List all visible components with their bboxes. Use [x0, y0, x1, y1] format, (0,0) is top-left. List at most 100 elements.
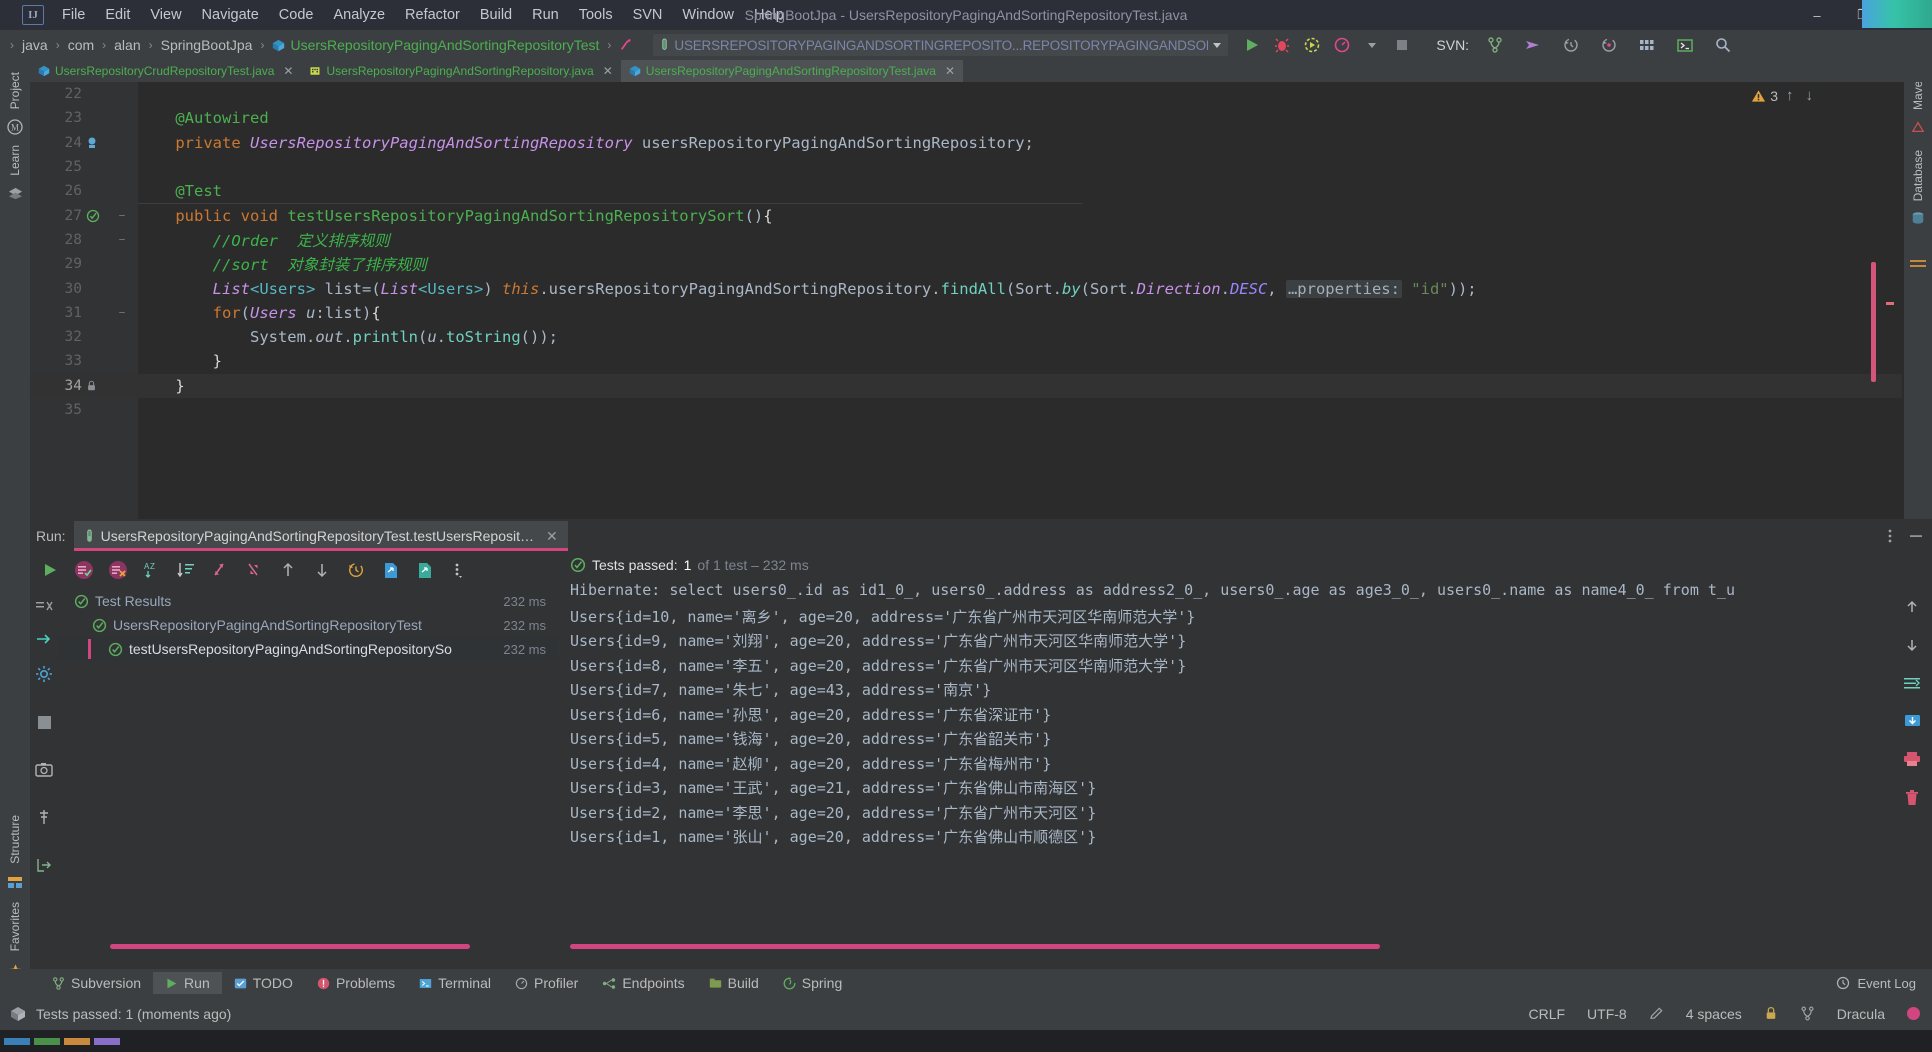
editor-tab-2[interactable]: UsersRepositoryPagingAndSortingRepositor… [621, 60, 963, 82]
console-horizontal-scrollbar[interactable] [570, 944, 1380, 949]
theme-indicator[interactable]: Dracula [1837, 1006, 1885, 1022]
close-icon[interactable]: ✕ [603, 64, 613, 78]
sidebar-item-database[interactable]: Database [1911, 142, 1925, 209]
vcs-branch-icon[interactable] [1485, 35, 1505, 55]
stop-square-icon[interactable] [37, 715, 52, 730]
bottom-item-spring[interactable]: Spring [771, 972, 854, 994]
menu-item-build[interactable]: Build [470, 4, 522, 26]
bottom-item-problems[interactable]: Problems [305, 972, 407, 994]
sidebar-item-favorites[interactable]: Favorites [8, 894, 22, 959]
taskbar-item[interactable] [64, 1038, 90, 1045]
hide-icon[interactable] [35, 599, 53, 613]
bottom-item-build[interactable]: Build [697, 972, 771, 994]
menu-item-view[interactable]: View [140, 4, 191, 26]
menu-item-code[interactable]: Code [269, 4, 324, 26]
sidebar-item-structure[interactable]: Structure [8, 807, 22, 872]
editor-scrollbar-thumb[interactable] [1871, 262, 1876, 382]
breadcrumb-item-springbootjpa[interactable]: SpringBootJpa [155, 35, 259, 55]
code-editor[interactable]: 22 23 @Autowired 24 private UsersReposit… [30, 82, 1902, 519]
menu-item-run[interactable]: Run [522, 4, 569, 26]
structure-icon[interactable] [7, 876, 23, 890]
maven-icon[interactable] [1911, 120, 1925, 134]
event-log-button[interactable]: Event Log [1836, 976, 1916, 991]
collapse-all-icon[interactable] [244, 560, 264, 580]
vcs-update-icon[interactable] [1523, 35, 1543, 55]
scroll-to-end-icon[interactable] [1904, 713, 1921, 729]
test-results-tree[interactable]: ⱟ Test Results 232 ms ⱟ UsersRepositoryP… [58, 589, 558, 929]
inspection-widget[interactable]: 3 ↑ ↓ [1751, 87, 1817, 104]
prev-problem-icon[interactable]: ↑ [1786, 87, 1794, 104]
sort-alpha-icon[interactable]: AZ [142, 560, 162, 580]
learn-icon[interactable] [8, 186, 23, 201]
console-output[interactable]: Hibernate: select users0_.id as id1_0_, … [570, 581, 1882, 929]
menu-item-window[interactable]: Window [672, 4, 744, 26]
chevron-down-icon[interactable] [1212, 40, 1222, 50]
vcs-rollback-icon[interactable] [1599, 35, 1619, 55]
breadcrumb-item-com[interactable]: com [62, 35, 100, 55]
indent-indicator[interactable]: 4 spaces [1686, 1006, 1742, 1022]
debug-icon[interactable] [1272, 35, 1292, 55]
run-with-coverage-icon[interactable] [1302, 35, 1322, 55]
run-icon[interactable] [1242, 35, 1262, 55]
menu-item-tools[interactable]: Tools [569, 4, 623, 26]
database-icon[interactable] [1911, 211, 1925, 225]
bottom-item-subversion[interactable]: Subversion [40, 972, 153, 994]
bottom-item-run[interactable]: Run [153, 972, 222, 994]
tree-row[interactable]: ⱟ UsersRepositoryPagingAndSortingReposit… [58, 613, 558, 637]
error-stripe-marker[interactable] [1886, 302, 1894, 305]
chevron-down-icon[interactable] [1362, 35, 1382, 55]
breadcrumb-item-alan[interactable]: alan [108, 35, 146, 55]
thread-dump-icon[interactable] [37, 809, 51, 825]
expand-all-icon[interactable] [210, 560, 230, 580]
breadcrumb-item-class[interactable]: UsersRepositoryPagingAndSortingRepositor… [266, 35, 605, 55]
tree-row[interactable]: ⱟ Test Results 232 ms [58, 589, 558, 613]
tree-row[interactable]: testUsersRepositoryPagingAndSortingRepos… [58, 637, 558, 661]
line-separator-indicator[interactable]: CRLF [1528, 1006, 1565, 1022]
more-options-icon[interactable] [448, 560, 468, 580]
sidebar-item-project[interactable]: Project [8, 64, 22, 117]
menu-item-refactor[interactable]: Refactor [395, 4, 470, 26]
close-icon[interactable]: ✕ [283, 64, 293, 78]
sort-duration-icon[interactable] [176, 560, 196, 580]
bottom-item-endpoints[interactable]: Endpoints [590, 972, 696, 994]
menu-item-analyze[interactable]: Analyze [323, 4, 395, 26]
lock-icon[interactable] [1764, 1006, 1778, 1021]
profiler-icon[interactable] [1332, 35, 1352, 55]
encoding-indicator[interactable]: UTF-8 [1587, 1006, 1627, 1022]
close-icon[interactable]: ✕ [945, 64, 955, 78]
grid-icon[interactable] [1637, 35, 1657, 55]
menu-item-navigate[interactable]: Navigate [192, 4, 269, 26]
export-tests-icon[interactable] [414, 560, 434, 580]
hide-passed-icon[interactable] [108, 560, 128, 580]
terminal-icon[interactable] [1675, 35, 1695, 55]
scroll-up-icon[interactable] [1904, 599, 1920, 615]
vcs-history-icon[interactable] [1561, 35, 1581, 55]
show-passed-icon[interactable] [74, 560, 94, 580]
tree-horizontal-scrollbar[interactable] [110, 944, 470, 949]
bottom-item-terminal[interactable]: Terminal [407, 972, 503, 994]
rerun-failed-icon[interactable] [35, 631, 53, 647]
taskbar-item[interactable] [4, 1038, 30, 1045]
menu-lines-icon[interactable] [1909, 257, 1927, 273]
screenshot-icon[interactable] [35, 762, 53, 777]
exit-icon[interactable] [36, 857, 52, 873]
bottom-item-profiler[interactable]: Profiler [503, 972, 590, 994]
prev-failed-icon[interactable] [278, 560, 298, 580]
pencil-icon[interactable] [1649, 1006, 1664, 1021]
menu-item-file[interactable]: File [52, 4, 95, 26]
history-icon[interactable] [346, 560, 366, 580]
menu-item-edit[interactable]: Edit [95, 4, 140, 26]
menu-item-svn[interactable]: SVN [623, 4, 673, 26]
stop-icon[interactable] [1392, 35, 1412, 55]
run-session-tab[interactable]: UsersRepositoryPagingAndSortingRepositor… [74, 521, 568, 551]
editor-tab-0[interactable]: UsersRepositoryCrudRepositoryTest.java ✕ [30, 60, 301, 82]
editor-tab-1[interactable]: UsersRepositoryPagingAndSortingRepositor… [301, 60, 620, 82]
settings-gear-icon[interactable] [35, 665, 53, 683]
bean-icon[interactable] [86, 136, 104, 150]
breadcrumb-item-java[interactable]: java [16, 35, 54, 55]
bottom-item-todo[interactable]: TODO [222, 972, 305, 994]
fold-marker[interactable]: − [115, 209, 129, 222]
taskbar-item[interactable] [94, 1038, 120, 1045]
print-icon[interactable] [1903, 751, 1921, 767]
fold-marker[interactable]: − [115, 306, 129, 319]
